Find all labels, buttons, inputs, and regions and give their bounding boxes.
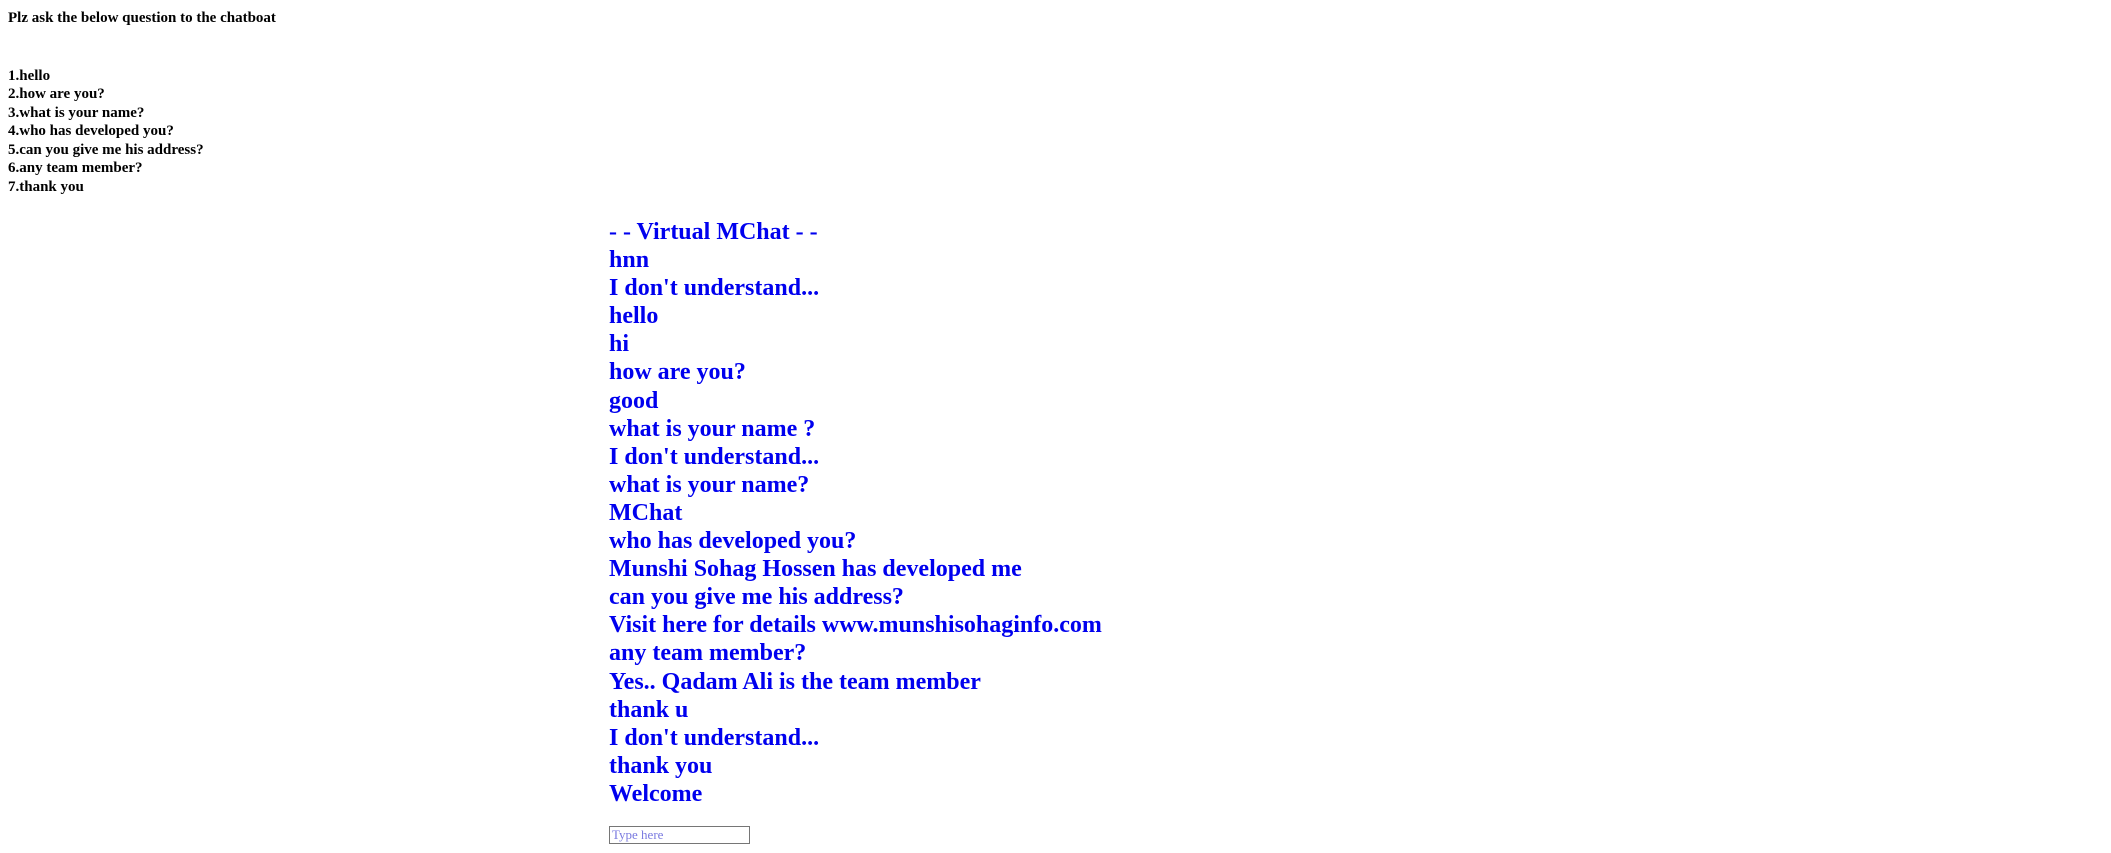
chat-message: how are you? bbox=[609, 359, 746, 386]
instructions-panel: Plz ask the below question to the chatbo… bbox=[8, 9, 276, 196]
chat-message: Munshi Sohag Hossen has developed me bbox=[609, 556, 1022, 583]
chat-message: can you give me his address? bbox=[609, 584, 904, 611]
instructions-title: Plz ask the below question to the chatbo… bbox=[8, 10, 276, 26]
chat-message: hi bbox=[609, 331, 630, 358]
chat-message: I don't understand... bbox=[609, 275, 820, 302]
chat-input[interactable] bbox=[609, 826, 750, 844]
chat-message: thank you bbox=[609, 752, 713, 779]
chat-message: hnn bbox=[609, 247, 650, 274]
question-item: 1.hello bbox=[8, 67, 51, 84]
question-item: 5.can you give me his address? bbox=[8, 141, 204, 158]
question-item: 7.thank you bbox=[8, 178, 84, 195]
chat-message: what is your name ? bbox=[609, 415, 816, 442]
chat-message: thank u bbox=[609, 696, 689, 723]
chat-message: good bbox=[609, 387, 659, 414]
chat-message: MChat bbox=[609, 499, 683, 526]
question-item: 3.what is your name? bbox=[8, 104, 145, 121]
chat-message: who has developed you? bbox=[609, 528, 857, 555]
chat-message: Welcome bbox=[609, 780, 703, 807]
chat-message: hello bbox=[609, 303, 659, 330]
chat-log: - - Virtual MChat - - hnn I don't unders… bbox=[609, 218, 1102, 808]
chat-message: I don't understand... bbox=[609, 443, 820, 470]
question-item: 6.any team member? bbox=[8, 160, 143, 176]
question-item: 2.how are you? bbox=[8, 86, 105, 102]
chat-message: what is your name? bbox=[609, 471, 810, 498]
chat-message: Visit here for details www.munshisohagin… bbox=[609, 612, 1102, 639]
question-item: 4.who has developed you? bbox=[8, 123, 174, 139]
chat-message: any team member? bbox=[609, 640, 807, 667]
chat-message: Yes.. Qadam Ali is the team member bbox=[609, 668, 981, 695]
chat-header: - - Virtual MChat - - bbox=[609, 219, 818, 245]
question-list: 1.hello 2.how are you? 3.what is your na… bbox=[8, 67, 276, 197]
chat-message: I don't understand... bbox=[609, 724, 820, 751]
